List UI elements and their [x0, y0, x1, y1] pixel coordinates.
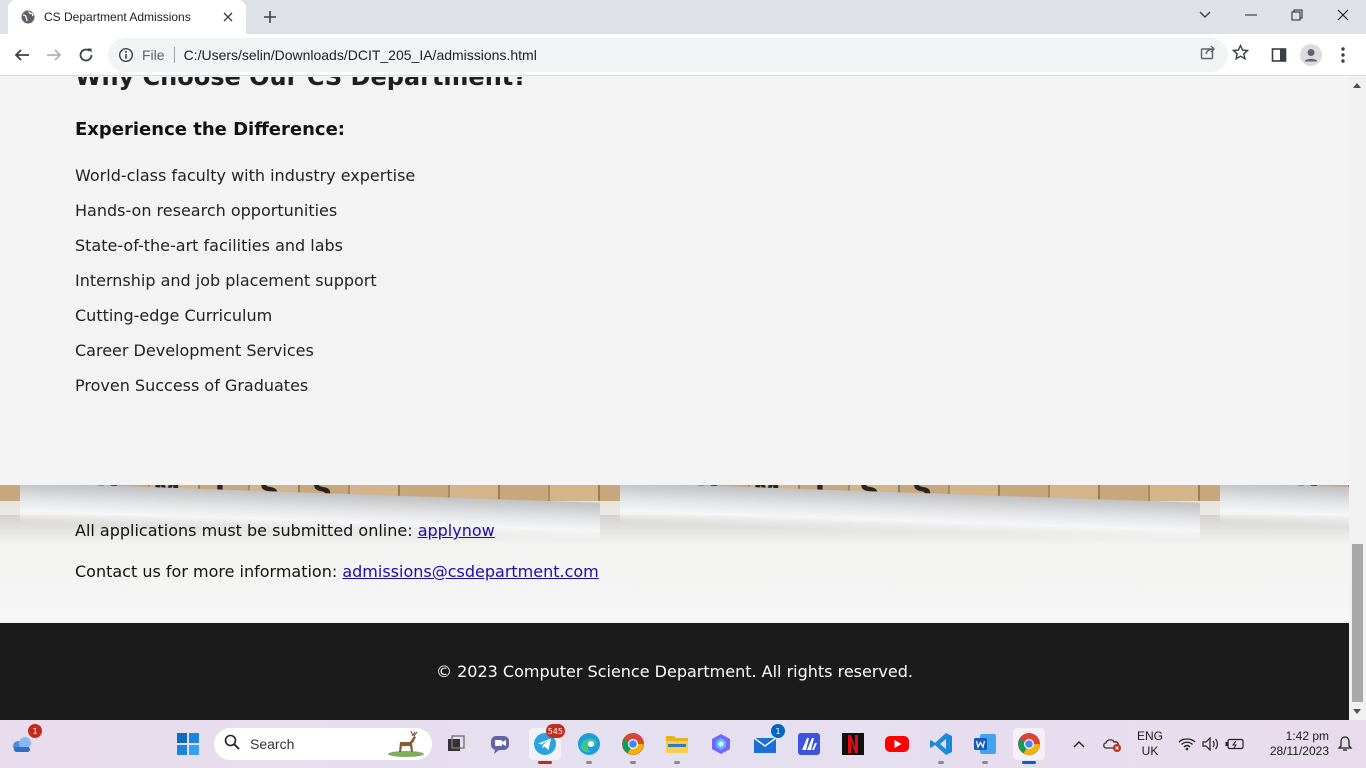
apply-now-link[interactable]: applynow — [418, 521, 495, 540]
new-tab-button[interactable] — [258, 5, 282, 29]
list-item: Proven Success of Graduates — [75, 376, 309, 395]
battery-icon[interactable] — [1222, 728, 1248, 760]
apply-text: All applications must be submitted onlin… — [75, 521, 418, 540]
notification-badge: 1 — [771, 724, 785, 738]
widgets-button[interactable]: 1 — [6, 724, 42, 760]
start-button[interactable] — [172, 728, 204, 760]
tab-search-icon[interactable] — [1182, 0, 1228, 30]
contact-text: Contact us for more information: — [75, 562, 343, 581]
notification-bell-icon[interactable] — [1332, 728, 1358, 760]
chat-app-icon[interactable] — [484, 728, 516, 760]
chevron-up-icon[interactable] — [1064, 728, 1094, 760]
share-icon[interactable] — [1199, 43, 1217, 61]
info-icon[interactable] — [118, 47, 134, 63]
contact-info: Contact us for more information: admissi… — [75, 562, 599, 581]
chrome-browser-icon[interactable] — [617, 728, 649, 764]
copilot-icon[interactable] — [705, 728, 737, 760]
clock-time: 1:42 pm — [1285, 729, 1329, 743]
list-item: Internship and job placement support — [75, 271, 377, 290]
language-code: ENG — [1136, 729, 1163, 743]
scrollbar[interactable] — [1349, 77, 1366, 720]
section-heading: Why Choose Our CS Department? — [75, 77, 528, 91]
notification-badge: 545 — [545, 724, 565, 738]
tab-strip: CS Department Admissions — [0, 0, 1366, 34]
copyright-text: © 2023 Computer Science Department. All … — [436, 662, 913, 681]
scroll-up-arrow[interactable] — [1353, 83, 1361, 88]
apply-info: All applications must be submitted onlin… — [75, 521, 495, 540]
bookmark-star-icon[interactable] — [1231, 43, 1249, 61]
youtube-app-icon[interactable] — [881, 728, 913, 760]
close-tab-icon[interactable] — [220, 9, 236, 25]
admissions-banner-image: ADMISS ADMISS AD All applications must b… — [0, 485, 1349, 623]
wifi-icon[interactable] — [1174, 728, 1200, 760]
sub-heading: Experience the Difference: — [75, 119, 345, 140]
language-indicator[interactable]: ENG UK — [1134, 729, 1166, 759]
clock[interactable]: 1:42 pm 28/11/2023 — [1255, 729, 1329, 759]
list-item: World-class faculty with industry expert… — [75, 166, 416, 185]
onedrive-icon[interactable] — [1097, 728, 1127, 760]
side-panel-icon[interactable] — [1265, 41, 1293, 69]
list-item: Career Development Services — [75, 341, 314, 360]
forward-button[interactable] — [40, 41, 68, 69]
search-icon — [224, 734, 240, 754]
volume-icon[interactable] — [1198, 728, 1224, 760]
reload-button[interactable] — [72, 41, 100, 69]
tab-title: CS Department Admissions — [44, 10, 191, 24]
browser-tab[interactable]: CS Department Admissions — [8, 0, 246, 34]
scrollbar-thumb[interactable] — [1352, 544, 1363, 702]
list-item: Cutting-edge Curriculum — [75, 306, 273, 325]
page-footer: © 2023 Computer Science Department. All … — [0, 623, 1349, 720]
back-button[interactable] — [8, 41, 36, 69]
word-app-icon[interactable] — [969, 728, 1001, 764]
address-bar[interactable]: File C:/Users/selin/Downloads/DCIT_205_I… — [108, 38, 1228, 72]
browser-toolbar: File C:/Users/selin/Downloads/DCIT_205_I… — [0, 34, 1366, 76]
banner-tile: ADMISS — [600, 485, 1200, 623]
banner-tile: AD — [1200, 485, 1349, 623]
divider — [173, 47, 175, 63]
banner-tile: ADMISS — [0, 485, 600, 623]
clock-date: 28/11/2023 — [1269, 744, 1329, 758]
menu-kebab-icon[interactable] — [1329, 41, 1357, 69]
keyboard-layout: UK — [1141, 744, 1159, 758]
deer-illustration-icon — [386, 730, 426, 762]
profile-avatar[interactable] — [1297, 41, 1325, 69]
restore-button[interactable] — [1274, 0, 1320, 30]
scroll-down-arrow[interactable] — [1353, 709, 1361, 714]
globe-icon — [20, 9, 36, 25]
list-item: State-of-the-art facilities and labs — [75, 236, 343, 255]
close-window-button[interactable] — [1320, 0, 1366, 30]
editor-app-icon[interactable] — [793, 728, 825, 760]
search-label: Search — [250, 736, 295, 752]
page-viewport: Why Choose Our CS Department? Experience… — [0, 77, 1349, 720]
netflix-app-icon[interactable] — [837, 728, 869, 760]
scheme-label: File — [142, 47, 165, 63]
url-text[interactable]: C:/Users/selin/Downloads/DCIT_205_IA/adm… — [184, 47, 537, 63]
benefits-list: World-class faculty with industry expert… — [75, 165, 415, 410]
email-link[interactable]: admissions@csdepartment.com — [342, 562, 598, 581]
telegram-app-icon[interactable]: 545 — [529, 724, 565, 764]
edge-browser-icon[interactable] — [573, 728, 605, 764]
taskbar-search[interactable]: Search — [214, 728, 432, 760]
list-item: Hands-on research opportunities — [75, 201, 338, 220]
vscode-app-icon[interactable] — [925, 728, 957, 764]
minimize-button[interactable] — [1228, 0, 1274, 30]
mail-app-icon[interactable]: 1 — [749, 724, 785, 760]
notification-badge: 1 — [28, 724, 42, 738]
file-explorer-icon[interactable] — [661, 728, 693, 764]
task-view-button[interactable] — [440, 728, 472, 760]
chrome-active-icon[interactable] — [1013, 728, 1045, 764]
windows-taskbar: 1 Search 545 1 ENG UK 1:42 pm 28/11/2023 — [0, 720, 1366, 768]
